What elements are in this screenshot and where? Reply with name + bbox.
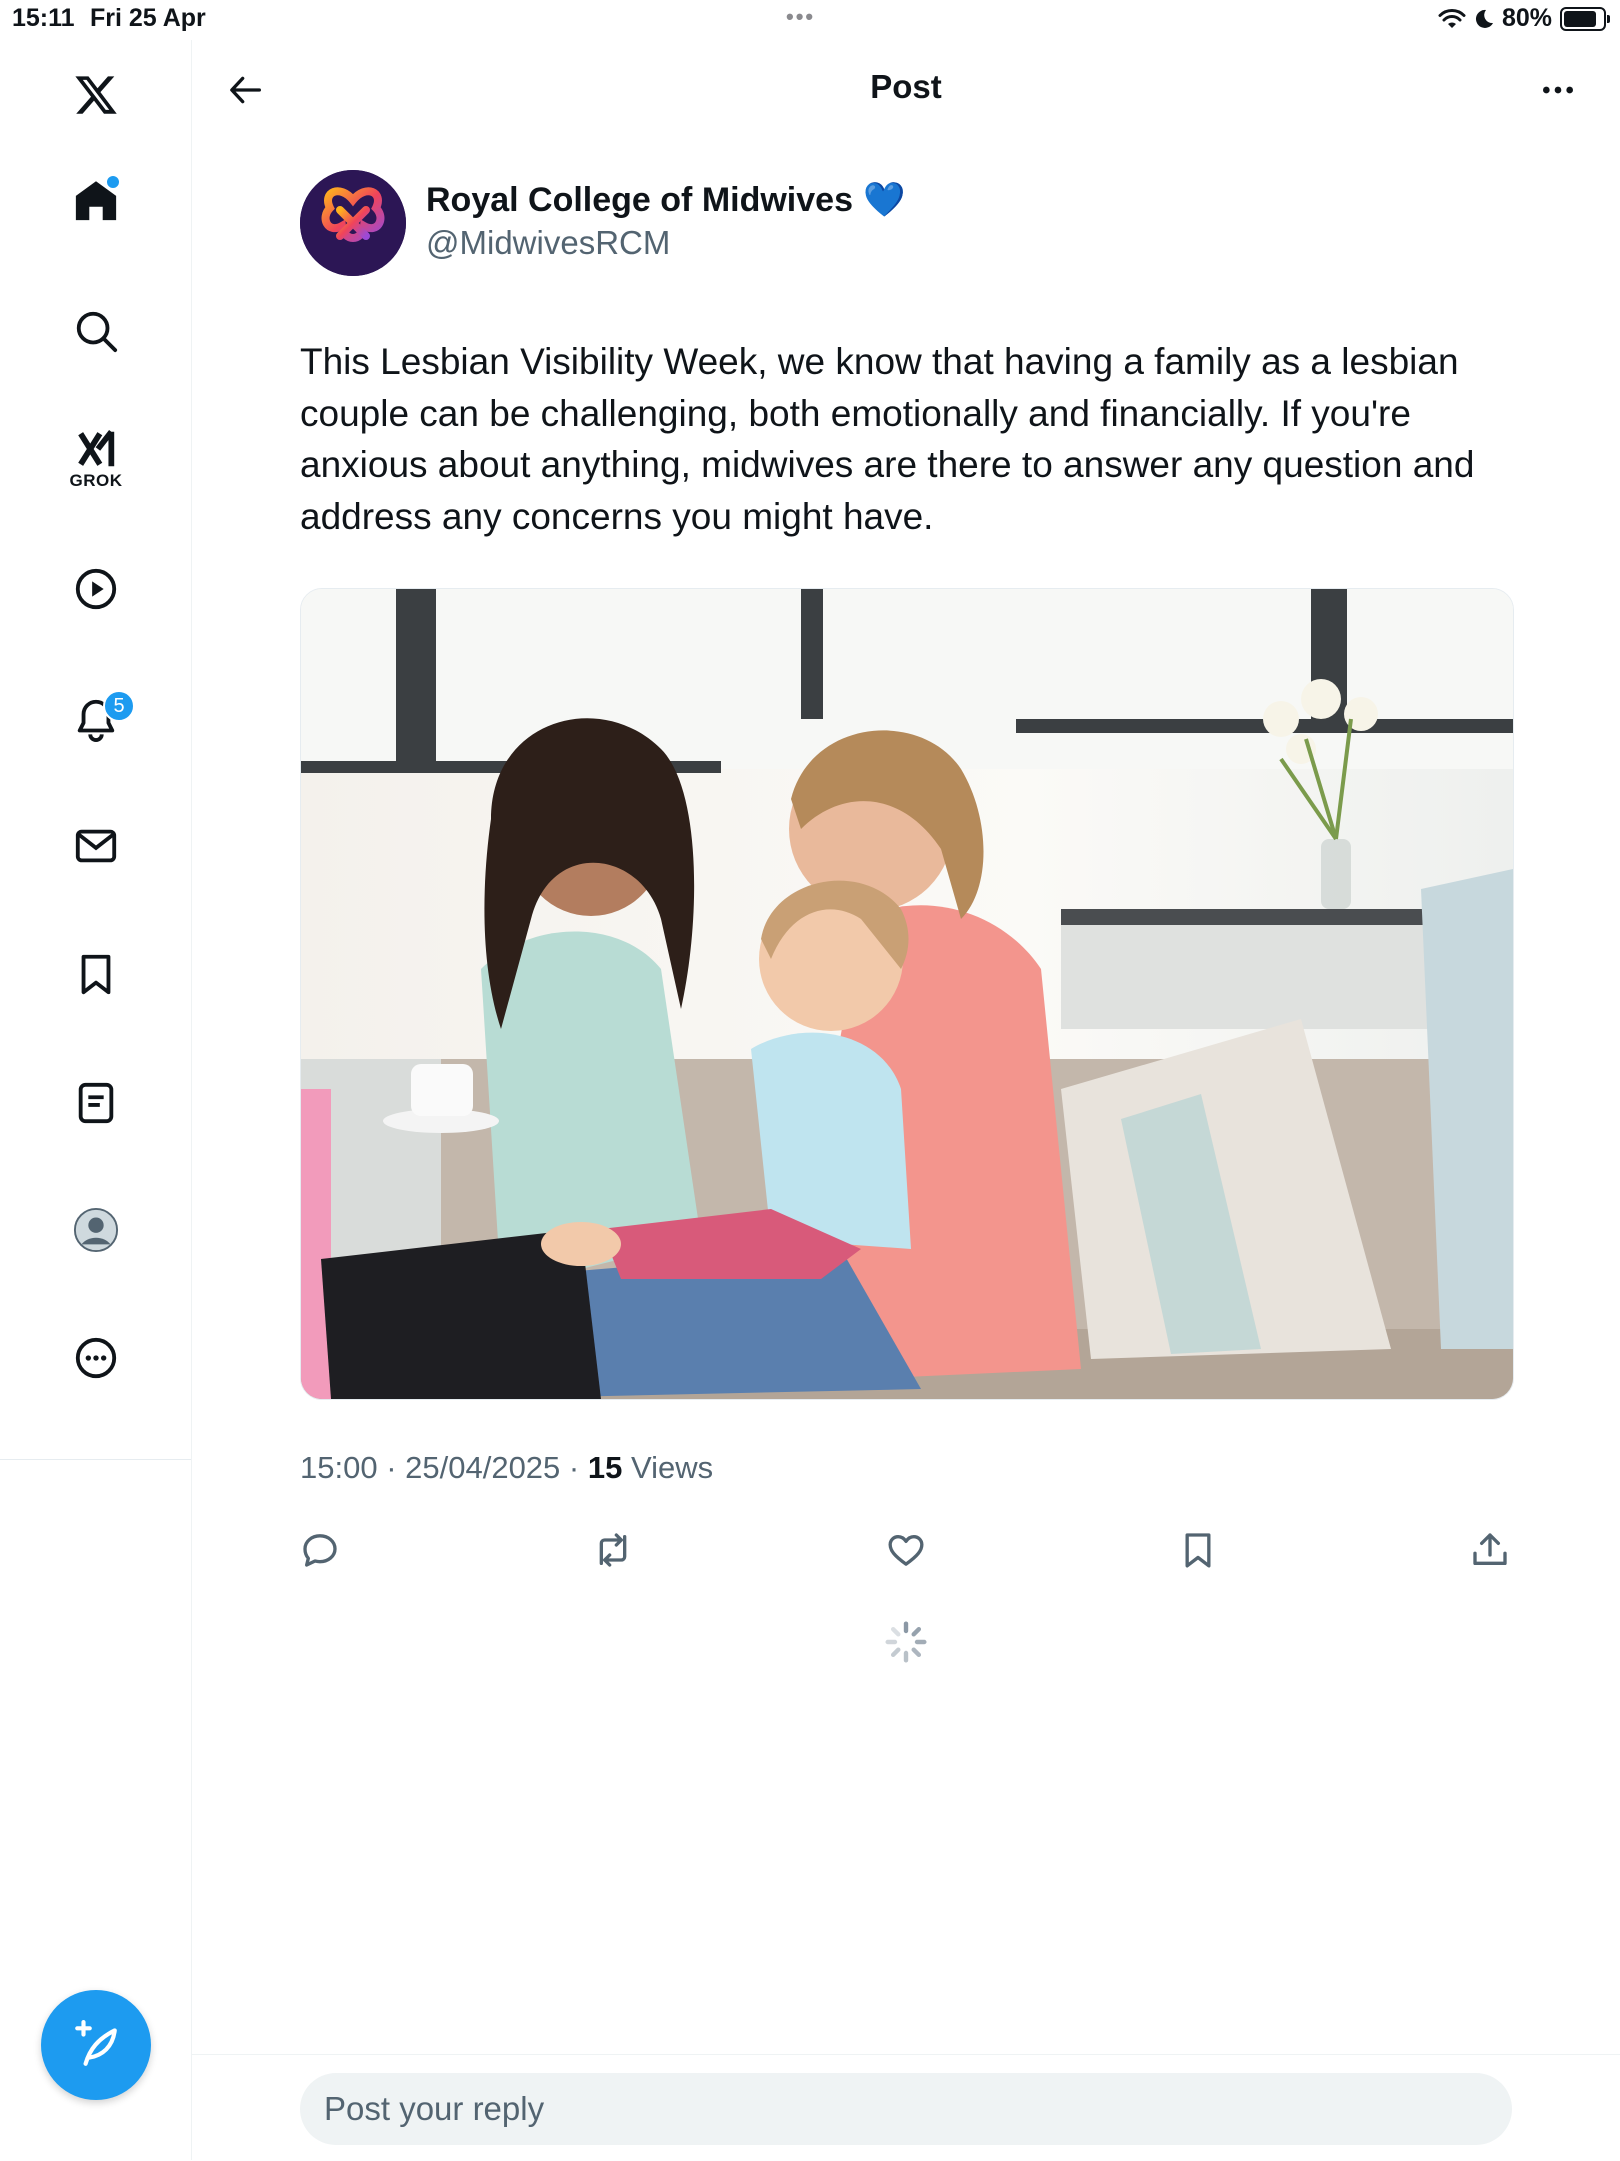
like-icon	[888, 1535, 924, 1566]
post-image[interactable]	[300, 588, 1514, 1400]
mail-icon	[75, 829, 117, 863]
post-text: This Lesbian Visibility Week, we know th…	[300, 341, 1475, 537]
share-icon	[1473, 1533, 1507, 1565]
wifi-icon	[1438, 8, 1466, 28]
sidebar-item-lists[interactable]	[65, 1072, 127, 1134]
share-button[interactable]	[1460, 1520, 1520, 1580]
status-indicators: 80%	[1438, 4, 1610, 33]
bookmark-button[interactable]	[1168, 1520, 1228, 1580]
reply-button[interactable]	[290, 1520, 350, 1580]
meta-separator: ·	[568, 1450, 588, 1485]
author-handle[interactable]: @MidwivesRCM	[426, 224, 670, 262]
feather-plus-icon	[75, 2020, 117, 2066]
avatar[interactable]	[300, 170, 406, 276]
sidebar-item-profile[interactable]	[65, 1199, 127, 1261]
post-actions	[290, 1520, 1522, 1580]
repost-icon	[599, 1533, 627, 1567]
grok-icon	[78, 429, 115, 467]
verified-heart-icon: 💙	[862, 181, 906, 219]
multitask-dots[interactable]: •••	[786, 4, 815, 30]
post-time[interactable]: 15:00	[300, 1450, 378, 1485]
sidebar-item-video[interactable]	[65, 558, 127, 620]
reply-bar	[192, 2054, 1620, 2161]
status-date: Fri 25 Apr	[90, 4, 206, 32]
sidebar-item-more[interactable]	[65, 1327, 127, 1389]
loading-spinner-icon	[885, 1621, 927, 1663]
sidebar-item-notifications[interactable]: 5	[65, 688, 135, 750]
more-circle-icon	[75, 1337, 117, 1379]
battery-percent: 80%	[1501, 4, 1552, 32]
profile-icon	[73, 1207, 119, 1253]
moon-icon	[1475, 9, 1493, 28]
sidebar-item-bookmarks[interactable]	[65, 943, 127, 1005]
post-meta: 15:00 · 25/04/2025 · 15 Views	[300, 1450, 713, 1486]
like-button[interactable]	[876, 1520, 936, 1580]
list-icon	[78, 1082, 114, 1124]
battery-icon	[1560, 6, 1610, 31]
x-logo-icon[interactable]	[65, 64, 127, 126]
views-count: 15	[587, 1450, 623, 1485]
play-icon	[75, 568, 117, 610]
page-title: Post	[870, 68, 942, 105]
more-options-button[interactable]	[1532, 64, 1584, 116]
author-name[interactable]: Royal College of Midwives 💙	[426, 180, 905, 220]
grok-label: GROK	[69, 471, 123, 490]
bookmark-icon	[81, 954, 111, 995]
sidebar-item-grok[interactable]: GROK	[65, 425, 127, 490]
reply-icon	[303, 1534, 337, 1567]
search-icon	[76, 311, 118, 353]
ellipsis-icon	[1543, 86, 1573, 94]
compose-post-button[interactable]	[41, 1990, 151, 2100]
status-time: 15:11	[12, 4, 75, 32]
views-label: Views	[630, 1450, 714, 1485]
status-bar: 15:11 Fri 25 Apr ••• 80%	[0, 0, 1620, 40]
sidebar: GROK 5	[0, 40, 192, 2160]
bookmark-icon	[1185, 1533, 1211, 1568]
notification-dot	[105, 174, 121, 190]
sidebar-item-search[interactable]	[65, 300, 127, 362]
author-name-text: Royal College of Midwives	[426, 180, 853, 219]
sidebar-divider	[0, 1459, 191, 1460]
post-date[interactable]: 25/04/2025	[405, 1450, 560, 1485]
sidebar-item-home[interactable]	[65, 170, 127, 232]
sidebar-item-messages[interactable]	[65, 815, 127, 877]
repost-button[interactable]	[583, 1520, 643, 1580]
meta-separator: ·	[386, 1450, 406, 1485]
notification-badge: 5	[103, 690, 135, 722]
post-header: Post	[192, 40, 1620, 140]
reply-input[interactable]	[300, 2073, 1512, 2145]
